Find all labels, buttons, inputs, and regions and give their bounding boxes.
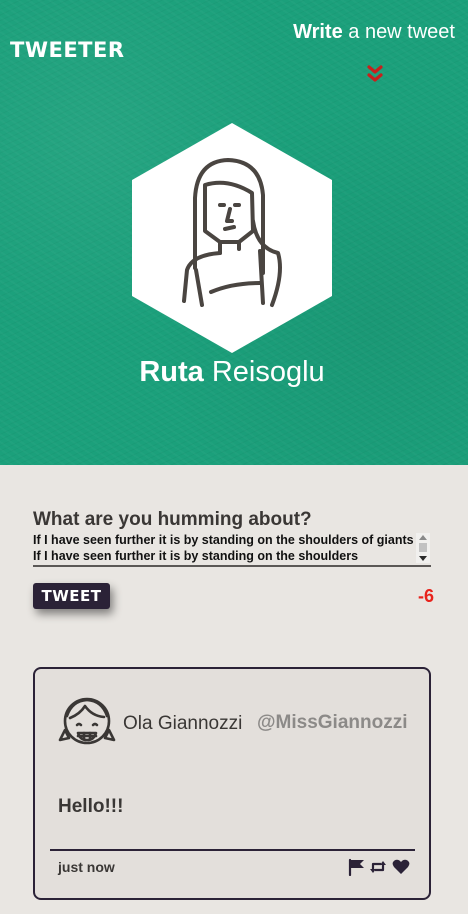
heart-icon[interactable]	[392, 858, 410, 876]
retweet-icon[interactable]	[369, 858, 387, 876]
write-new-tweet-link[interactable]: Write a new tweet	[293, 20, 455, 44]
compose-label: What are you humming about?	[33, 509, 312, 530]
girl-avatar-icon	[58, 697, 116, 745]
scroll-thumb[interactable]	[419, 543, 427, 552]
flag-icon[interactable]	[348, 858, 366, 876]
char-count: -6	[417, 586, 434, 606]
tweet-button[interactable]: TWEET	[33, 583, 110, 609]
profile-first-name: Ruta	[139, 356, 204, 388]
tweet-divider	[50, 849, 415, 851]
tweet-timestamp: just now	[58, 859, 115, 875]
double-chevron-down-icon[interactable]	[366, 64, 384, 86]
tweet-message: Hello!!!	[58, 796, 124, 817]
scroll-up-arrow-icon[interactable]	[419, 535, 427, 540]
profile-name: Ruta Reisoglu	[0, 350, 464, 394]
scroll-down-arrow-icon[interactable]	[419, 556, 427, 561]
tweet-author-name[interactable]: Ola Giannozzi	[123, 712, 242, 736]
tweet-card: Ola Giannozzi @MissGiannozzi Hello!!! ju…	[33, 667, 431, 900]
tweet-input-underline	[33, 565, 431, 567]
profile-last-name: Reisoglu	[211, 356, 325, 388]
tweet-input[interactable]: If I have seen further it is by standing…	[33, 533, 417, 565]
write-link-strong: Write	[293, 21, 343, 43]
write-link-rest: a new tweet	[342, 21, 455, 43]
tweet-input-scrollbar[interactable]	[416, 533, 430, 563]
profile-header: TWEETER Write a new tweet Ruta Reisoglu	[0, 0, 468, 465]
tweet-author-handle[interactable]: @MissGiannozzi	[257, 711, 408, 735]
app-logo[interactable]: TWEETER	[10, 38, 125, 62]
profile-avatar	[132, 123, 332, 353]
tweet-actions	[348, 858, 412, 876]
